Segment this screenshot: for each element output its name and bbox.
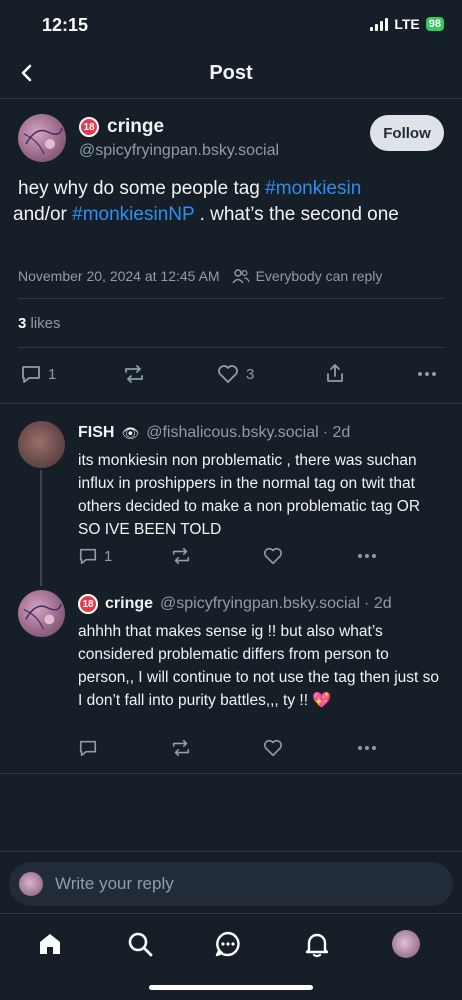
- avatar-drawing-icon: [23, 603, 62, 630]
- heart-icon: [264, 547, 282, 565]
- hashtag-link[interactable]: #monkiesin: [265, 178, 361, 199]
- divider: [18, 298, 444, 299]
- home-indicator: [149, 985, 313, 990]
- post-text: hey why do some people tag #monkiesin an…: [13, 178, 399, 225]
- repost-button[interactable]: [170, 546, 192, 566]
- reply-button[interactable]: 1: [20, 363, 56, 385]
- likes-count[interactable]: 3 likes: [18, 315, 61, 332]
- share-button[interactable]: [324, 362, 346, 384]
- eighteen-plus-icon: 18: [78, 594, 98, 614]
- divider: [18, 347, 444, 348]
- divider: [0, 851, 462, 852]
- eighteen-plus-icon: 18: [79, 117, 99, 137]
- avatar[interactable]: [18, 114, 66, 162]
- people-icon: [232, 269, 250, 284]
- battery-icon: 98: [425, 17, 444, 31]
- post-author-name[interactable]: 18 cringe: [79, 116, 164, 138]
- reply-placeholder: Write your reply: [55, 874, 174, 893]
- like-button[interactable]: 3: [216, 363, 254, 385]
- reply-author[interactable]: 18 cringe @spicyfryingpan.bsky.social · …: [78, 594, 392, 614]
- avatar[interactable]: [18, 590, 65, 637]
- post-timestamp: November 20, 2024 at 12:45 AM: [18, 268, 220, 284]
- tab-search[interactable]: [124, 928, 156, 960]
- divider: [0, 773, 462, 774]
- thread-line: [40, 470, 42, 586]
- more-button[interactable]: [416, 364, 438, 384]
- reply-composer[interactable]: Write your reply: [9, 862, 453, 906]
- status-time: 12:15: [42, 15, 89, 35]
- like-button[interactable]: [262, 546, 284, 566]
- repost-button[interactable]: [122, 363, 146, 385]
- reply-setting[interactable]: Everybody can reply: [256, 268, 383, 284]
- tab-notifications[interactable]: [301, 928, 333, 960]
- divider: [0, 98, 462, 99]
- search-icon: [128, 932, 153, 957]
- heart-icon: [264, 739, 282, 757]
- repost-icon: [172, 739, 190, 757]
- more-button[interactable]: [356, 738, 378, 758]
- network-label: LTE: [394, 16, 420, 32]
- heart-icon: [218, 365, 238, 383]
- comment-icon: [79, 740, 97, 757]
- reply-button[interactable]: 1: [78, 546, 112, 566]
- eye-icon: 👁: [121, 424, 140, 441]
- bell-icon: [305, 933, 329, 958]
- like-button[interactable]: [262, 738, 284, 758]
- comment-icon: [22, 366, 40, 383]
- signal-icon: [370, 17, 389, 31]
- divider: [0, 403, 462, 404]
- repost-icon: [172, 547, 190, 565]
- tab-chat[interactable]: [212, 928, 244, 960]
- reply-author[interactable]: FISH 👁 @fishalicous.bsky.social · 2d: [78, 424, 350, 442]
- tab-bar: [0, 914, 462, 974]
- tab-profile[interactable]: [390, 928, 422, 960]
- tab-home[interactable]: [34, 928, 66, 960]
- ellipsis-icon: [418, 372, 436, 376]
- home-icon: [40, 934, 60, 954]
- hashtag-link[interactable]: #monkiesinNP: [72, 204, 194, 225]
- page-title: Post: [209, 62, 253, 84]
- share-icon: [327, 364, 343, 382]
- follow-button[interactable]: Follow: [370, 115, 444, 151]
- avatar[interactable]: [18, 421, 65, 468]
- avatar: [19, 872, 43, 896]
- chat-icon: [215, 931, 240, 957]
- repost-button[interactable]: [170, 738, 192, 758]
- post-meta: November 20, 2024 at 12:45 AM Everybody …: [18, 268, 382, 284]
- comment-icon: [79, 548, 97, 565]
- post-author-handle[interactable]: @spicyfryingpan.bsky.social: [79, 142, 279, 160]
- reply-button[interactable]: [78, 738, 98, 758]
- ellipsis-icon: [358, 746, 376, 750]
- avatar: [392, 930, 420, 958]
- more-button[interactable]: [356, 546, 378, 566]
- repost-icon: [125, 365, 143, 383]
- reply-text: ahhhh that makes sense ig !! but also wh…: [78, 623, 440, 709]
- ellipsis-icon: [358, 554, 376, 558]
- status-indicators: LTE 98: [370, 16, 444, 32]
- reply-text: its monkiesin non problematic , there wa…: [78, 452, 421, 538]
- avatar-drawing-icon: [23, 127, 63, 155]
